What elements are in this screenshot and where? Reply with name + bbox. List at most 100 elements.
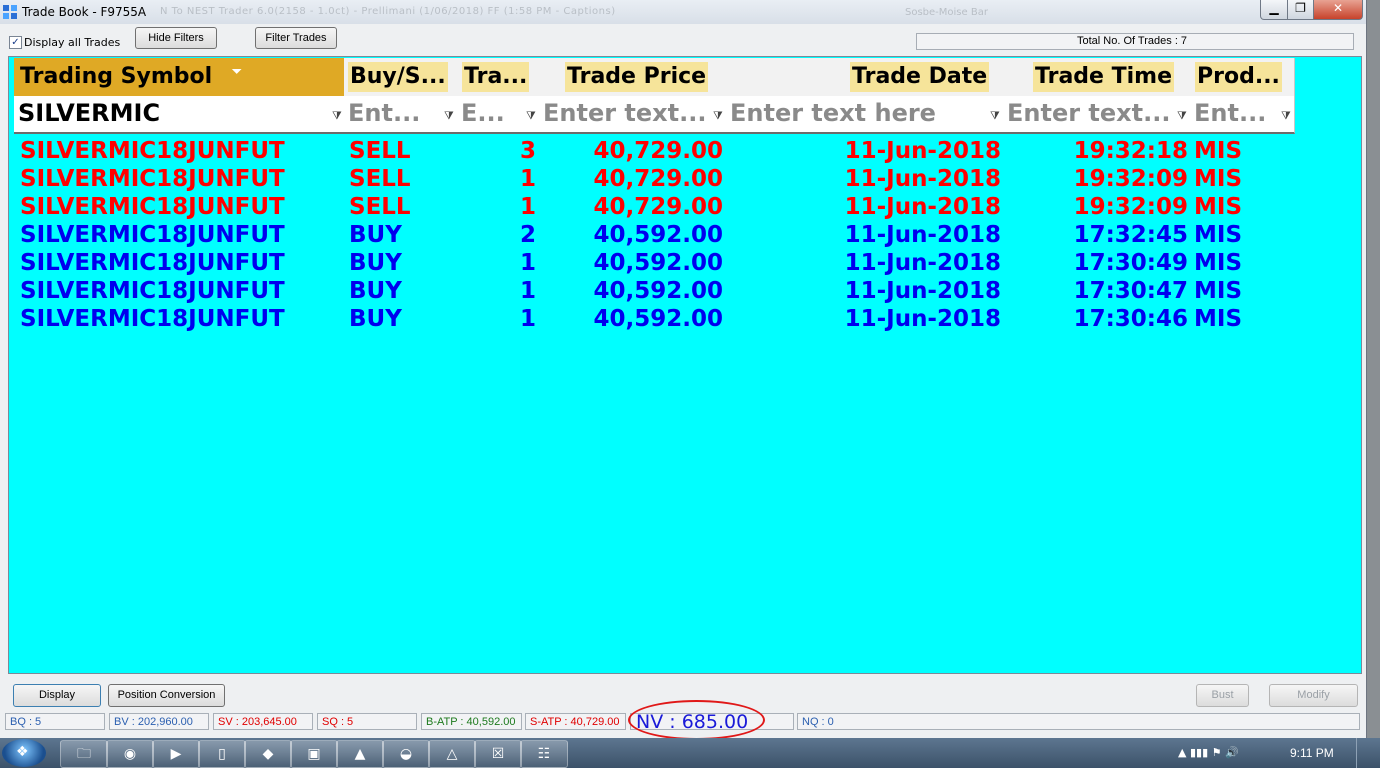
chrome-taskbar-icon[interactable]: ◉ bbox=[106, 740, 154, 768]
table-row[interactable]: SILVERMIC18JUNFUT SELL 3 40,729.00 11-Jun-20… bbox=[10, 138, 1360, 166]
filter-input[interactable]: SILVERMIC bbox=[18, 99, 318, 127]
table-row[interactable]: SILVERMIC18JUNFUT BUY 1 40,592.00 11-Jun-201… bbox=[10, 306, 1360, 334]
status-nq: NQ : 0 bbox=[797, 713, 1360, 730]
cell-price: 40,592.00 bbox=[593, 306, 724, 332]
network-app-taskbar-icon[interactable]: ◒ bbox=[382, 740, 430, 768]
word-taskbar-icon[interactable]: ☷ bbox=[520, 740, 568, 768]
cell-qty: 1 bbox=[519, 250, 536, 276]
filter-product[interactable]: Ent... ⧩ bbox=[1190, 96, 1295, 134]
cell-product: MIS bbox=[1194, 250, 1243, 276]
cell-product: MIS bbox=[1194, 194, 1243, 220]
filter-input[interactable]: Enter text... bbox=[1007, 99, 1175, 127]
title-bar[interactable]: Trade Book - F9755A N To NEST Trader 6.0… bbox=[0, 0, 1366, 24]
header-trade-qty[interactable]: Tra... bbox=[457, 58, 540, 96]
cell-time: 17:32:45 bbox=[1073, 222, 1188, 248]
display-button[interactable]: Display bbox=[13, 684, 101, 707]
filter-trade-time[interactable]: Enter text... ⧩ bbox=[1003, 96, 1191, 134]
windows-logo-icon: ❖ bbox=[16, 744, 29, 760]
status-b-atp: B-ATP : 40,592.00 bbox=[421, 713, 522, 730]
table-row[interactable]: SILVERMIC18JUNFUT BUY 2 40,592.00 11-Jun-201… bbox=[10, 222, 1360, 250]
modify-button[interactable]: Modify bbox=[1269, 684, 1358, 707]
filter-trading-symbol[interactable]: SILVERMIC ⧩ bbox=[14, 96, 345, 134]
cell-time: 17:30:49 bbox=[1073, 250, 1188, 276]
total-trades-box: Total No. Of Trades : 7 bbox=[916, 33, 1354, 50]
filter-input[interactable]: Enter text... bbox=[543, 99, 711, 127]
filter-input[interactable]: E... bbox=[461, 99, 521, 127]
cell-time: 17:30:47 bbox=[1073, 278, 1188, 304]
filter-input[interactable]: Ent... bbox=[1194, 99, 1278, 127]
paint-taskbar-icon[interactable]: ▲ bbox=[336, 740, 384, 768]
minimize-button[interactable]: ▁ bbox=[1260, 0, 1288, 20]
filter-funnel-icon[interactable]: ⧩ bbox=[526, 109, 537, 122]
filter-funnel-icon[interactable]: ⧩ bbox=[713, 109, 724, 122]
filter-buy-sell[interactable]: Ent... ⧩ bbox=[344, 96, 458, 134]
cell-side: SELL bbox=[349, 166, 411, 192]
trader-app-taskbar-icon[interactable]: ◆ bbox=[244, 740, 292, 768]
cell-side: BUY bbox=[349, 222, 402, 248]
filter-trade-date[interactable]: Enter text here ⧩ bbox=[726, 96, 1004, 134]
header-product[interactable]: Prod... bbox=[1190, 58, 1295, 96]
table-row[interactable]: SILVERMIC18JUNFUT BUY 1 40,592.00 11-Jun-201… bbox=[10, 278, 1360, 306]
filter-trades-button[interactable]: Filter Trades bbox=[255, 27, 337, 49]
header-buy-sell[interactable]: Buy/S... bbox=[344, 58, 458, 96]
cell-price: 40,729.00 bbox=[593, 138, 724, 164]
excel-taskbar-icon[interactable]: ☒ bbox=[474, 740, 522, 768]
window-taskbar-icon[interactable]: ▣ bbox=[290, 740, 338, 768]
table-row[interactable]: SILVERMIC18JUNFUT SELL 1 40,729.00 11-Jun-20… bbox=[10, 166, 1360, 194]
system-tray-icons[interactable]: ▲ ▮▮▮ ⚑ 🔊 bbox=[1178, 746, 1239, 759]
cell-time: 17:30:46 bbox=[1073, 306, 1188, 332]
cell-side: SELL bbox=[349, 138, 411, 164]
start-button[interactable]: ❖ bbox=[2, 739, 46, 767]
display-all-checkbox[interactable]: ✓ bbox=[9, 36, 22, 49]
filter-trade-price[interactable]: Enter text... ⧩ bbox=[539, 96, 727, 134]
header-trade-time[interactable]: Trade Time bbox=[1003, 58, 1191, 96]
filter-funnel-icon[interactable]: ⧩ bbox=[1281, 109, 1292, 122]
filter-input[interactable]: Enter text here bbox=[730, 99, 980, 127]
filter-funnel-icon[interactable]: ⧩ bbox=[1177, 109, 1188, 122]
cell-price: 40,592.00 bbox=[593, 250, 724, 276]
filter-funnel-icon[interactable]: ⧩ bbox=[990, 109, 1001, 122]
maximize-button[interactable]: ❐ bbox=[1287, 0, 1314, 20]
taskbar-clock[interactable]: 9:11 PM bbox=[1290, 746, 1334, 760]
status-s-atp: S-ATP : 40,729.00 bbox=[525, 713, 626, 730]
filter-trade-qty[interactable]: E... ⧩ bbox=[457, 96, 540, 134]
cell-date: 11-Jun-2018 bbox=[844, 278, 1001, 304]
header-label: Trade Price bbox=[565, 62, 709, 92]
window-title: Trade Book - F9755A bbox=[22, 5, 147, 19]
cell-side: BUY bbox=[349, 278, 402, 304]
cell-product: MIS bbox=[1194, 222, 1243, 248]
position-conversion-button[interactable]: Position Conversion bbox=[108, 684, 225, 707]
show-desktop-button[interactable] bbox=[1356, 738, 1369, 768]
status-sq: SQ : 5 bbox=[317, 713, 417, 730]
cell-product: MIS bbox=[1194, 166, 1243, 192]
close-button[interactable]: ✕ bbox=[1313, 0, 1363, 20]
nv-highlight-circle bbox=[628, 700, 765, 740]
filter-input[interactable]: Ent... bbox=[348, 99, 438, 127]
total-trades-text: Total No. Of Trades : 7 bbox=[1077, 35, 1188, 47]
explorer-taskbar-icon[interactable]: 🗀 bbox=[60, 740, 108, 768]
cell-symbol: SILVERMIC18JUNFUT bbox=[20, 222, 285, 248]
filter-funnel-icon[interactable]: ⧩ bbox=[444, 109, 455, 122]
filter-funnel-icon[interactable]: ⧩ bbox=[332, 109, 343, 122]
cell-product: MIS bbox=[1194, 138, 1243, 164]
header-trade-date[interactable]: Trade Date bbox=[726, 58, 1004, 96]
table-row[interactable]: SILVERMIC18JUNFUT SELL 1 40,729.00 11-Jun-20… bbox=[10, 194, 1360, 222]
cell-price: 40,729.00 bbox=[593, 166, 724, 192]
header-trading-symbol[interactable]: Trading Symbol ⏷ bbox=[14, 58, 345, 96]
hide-filters-button[interactable]: Hide Filters bbox=[135, 27, 217, 49]
table-row[interactable]: SILVERMIC18JUNFUT BUY 1 40,592.00 11-Jun-201… bbox=[10, 250, 1360, 278]
filter-row: SILVERMIC ⧩ Ent... ⧩ E... ⧩ Enter text..… bbox=[14, 96, 1360, 134]
header-trade-price[interactable]: Trade Price bbox=[539, 58, 727, 96]
cell-product: MIS bbox=[1194, 306, 1243, 332]
cell-date: 11-Jun-2018 bbox=[844, 222, 1001, 248]
cell-time: 19:32:09 bbox=[1073, 194, 1188, 220]
header-label: Trade Time bbox=[1033, 62, 1175, 92]
sort-dropdown-icon[interactable]: ⏷ bbox=[232, 64, 242, 79]
header-label: Trade Date bbox=[850, 62, 990, 92]
status-bq: BQ : 5 bbox=[5, 713, 105, 730]
vlc-taskbar-icon[interactable]: △ bbox=[428, 740, 476, 768]
media-player-taskbar-icon[interactable]: ▶ bbox=[152, 740, 200, 768]
cell-side: SELL bbox=[349, 194, 411, 220]
bust-button[interactable]: Bust bbox=[1196, 684, 1249, 707]
document-taskbar-icon[interactable]: ▯ bbox=[198, 740, 246, 768]
